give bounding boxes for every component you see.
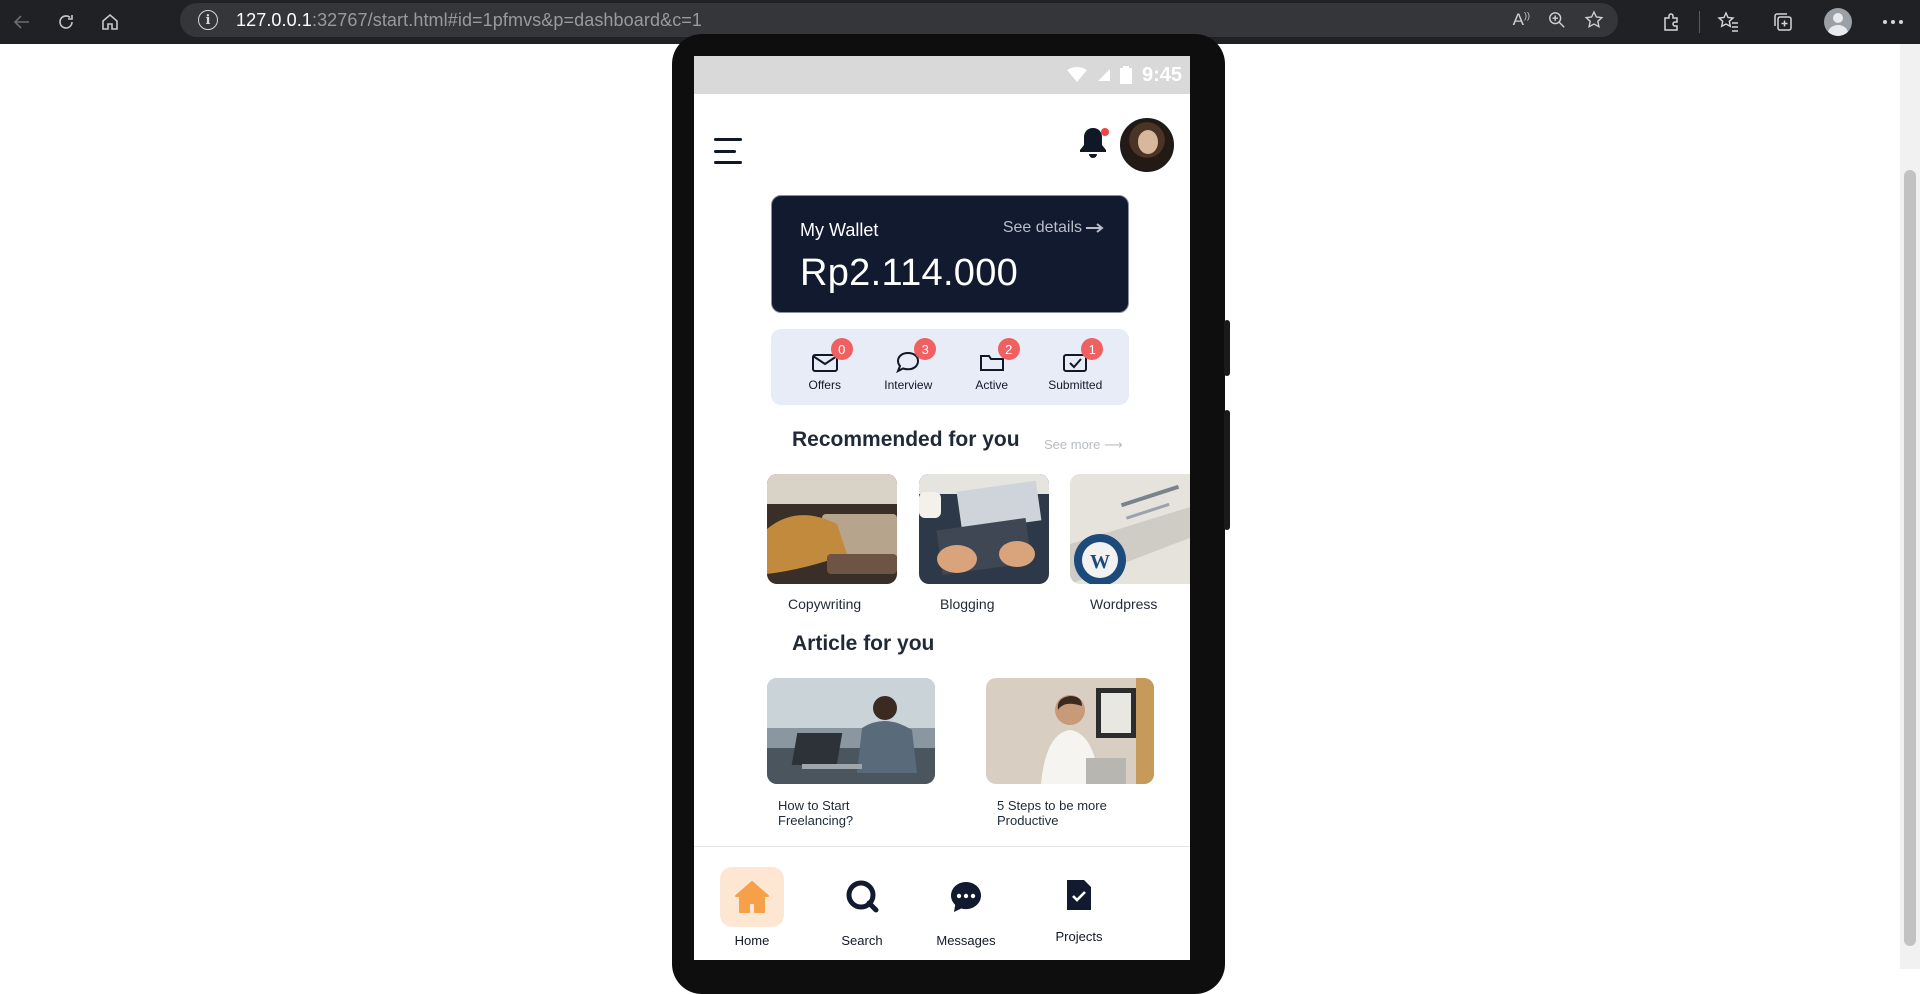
- blogging-image: [919, 474, 1049, 584]
- status-time: 9:45: [1141, 63, 1182, 86]
- projects-icon: [1067, 880, 1091, 910]
- recommended-title: Recommended for you: [792, 428, 1020, 451]
- home-button[interactable]: [88, 0, 132, 44]
- nav-messages-icon-wrap: [934, 867, 998, 927]
- nav-label: Projects: [1055, 929, 1103, 944]
- reload-button[interactable]: [44, 0, 88, 44]
- recommended-label: Copywriting: [788, 596, 862, 612]
- article-card-productive[interactable]: [986, 678, 1154, 784]
- active-count-badge: 2: [997, 338, 1020, 360]
- phone-status-bar: 9:45: [694, 56, 1190, 94]
- app-header: [694, 94, 1190, 180]
- collections-icon: [1773, 13, 1792, 31]
- phone-power-button: [1224, 410, 1230, 530]
- interview-count-badge: 3: [914, 338, 937, 360]
- back-arrow-icon: [13, 15, 29, 29]
- favorites-icon: [1716, 11, 1738, 32]
- stat-label: Offers: [808, 378, 841, 392]
- stat-label: Active: [975, 378, 1009, 392]
- wallet-title: My Wallet: [800, 220, 879, 240]
- see-details-link[interactable]: See details: [1003, 219, 1104, 237]
- stat-offers[interactable]: 0 Offers: [789, 338, 861, 392]
- signal-icon: [1097, 69, 1110, 81]
- nav-search-icon-wrap: [830, 867, 894, 927]
- submitted-count-badge: 1: [1081, 338, 1104, 360]
- articles-title: Article for you: [792, 632, 935, 655]
- copywriting-image: [767, 474, 897, 584]
- wordpress-image: W: [1070, 474, 1190, 584]
- recommended-card-blogging[interactable]: [919, 474, 1049, 584]
- recommended-label: Wordpress: [1090, 596, 1158, 612]
- search-icon: [846, 880, 879, 913]
- site-info-icon[interactable]: i: [198, 10, 218, 30]
- recommended-card-copywriting[interactable]: [767, 474, 897, 584]
- more-dots-icon: [1882, 20, 1903, 24]
- article-label: How to Start Freelancing?: [778, 798, 854, 828]
- nav-projects-icon-wrap: [1047, 867, 1111, 923]
- address-bar[interactable]: i 127.0.0.1:32767/start.html#id=1pfmvs&p…: [180, 3, 1618, 37]
- offers-count-badge: 0: [830, 338, 853, 360]
- nav-projects[interactable]: Projects: [1034, 867, 1124, 944]
- nav-label: Search: [841, 933, 883, 948]
- recommended-label: Blogging: [940, 596, 995, 612]
- wallet-balance: Rp2.114.000: [800, 252, 1019, 294]
- stat-label: Submitted: [1048, 378, 1103, 392]
- nav-home[interactable]: Home: [707, 867, 797, 948]
- see-more-label: See more: [1044, 437, 1101, 452]
- messages-icon: [951, 882, 981, 912]
- favorites-button[interactable]: [1700, 0, 1755, 44]
- scrollbar-thumb[interactable]: [1904, 170, 1916, 946]
- article-card-freelancing[interactable]: [767, 678, 935, 784]
- collections-button[interactable]: [1755, 0, 1810, 44]
- job-status-card: 0 Offers 3 Interview 2 Active 1 Submitte…: [771, 329, 1129, 405]
- nav-label: Home: [734, 933, 770, 948]
- notification-dot: [1101, 128, 1109, 136]
- see-details-label: See details: [1002, 219, 1082, 236]
- arrow-right-icon: ⟶: [1104, 437, 1123, 452]
- profile-avatar-icon: [1823, 8, 1852, 36]
- stat-submitted[interactable]: 1 Submitted: [1039, 338, 1111, 392]
- home-icon: [735, 881, 769, 913]
- productive-article-image: [986, 678, 1154, 784]
- nav-label: Messages: [936, 933, 996, 948]
- extensions-button[interactable]: [1644, 0, 1699, 44]
- bottom-navigation: Home Search Messages Projects: [694, 846, 1190, 960]
- zoom-icon[interactable]: [1548, 11, 1566, 29]
- home-outline-icon: [102, 13, 118, 30]
- reload-icon: [59, 15, 73, 29]
- nav-search[interactable]: Search: [817, 867, 907, 948]
- user-avatar[interactable]: [1120, 118, 1174, 172]
- back-button[interactable]: [0, 0, 44, 44]
- nav-home-icon-wrap: [720, 867, 784, 927]
- phone-screen: 9:45 My Wallet See details Rp2.114.000 0…: [694, 56, 1190, 960]
- phone-volume-button: [1224, 320, 1230, 376]
- url-host: 127.0.0.1: [236, 9, 312, 30]
- wallet-card[interactable]: My Wallet See details Rp2.114.000: [771, 195, 1129, 313]
- settings-menu-button[interactable]: [1865, 0, 1920, 44]
- page-scrollbar[interactable]: [1900, 44, 1920, 969]
- see-more-link[interactable]: See more ⟶: [1044, 437, 1123, 453]
- profile-button[interactable]: [1810, 0, 1865, 44]
- menu-icon[interactable]: [714, 138, 742, 164]
- battery-icon: [1119, 66, 1132, 84]
- recommended-card-wordpress[interactable]: W: [1070, 474, 1190, 584]
- nav-messages[interactable]: Messages: [921, 867, 1011, 948]
- article-label: 5 Steps to be more Productive: [997, 798, 1107, 828]
- url-text: 127.0.0.1:32767/start.html#id=1pfmvs&p=d…: [236, 10, 702, 31]
- wifi-icon: [1066, 67, 1087, 82]
- url-path: :32767/start.html#id=1pfmvs&p=dashboard&…: [311, 9, 703, 30]
- arrow-right-icon: [1086, 223, 1104, 233]
- stat-active[interactable]: 2 Active: [956, 338, 1028, 392]
- svg-text:W: W: [1090, 551, 1110, 573]
- stat-label: Interview: [884, 378, 933, 392]
- read-aloud-icon[interactable]: A)): [1513, 10, 1530, 30]
- stat-interview[interactable]: 3 Interview: [872, 338, 944, 392]
- add-favorite-icon[interactable]: [1584, 10, 1604, 30]
- freelancing-article-image: [767, 678, 935, 784]
- puzzle-icon: [1663, 13, 1678, 31]
